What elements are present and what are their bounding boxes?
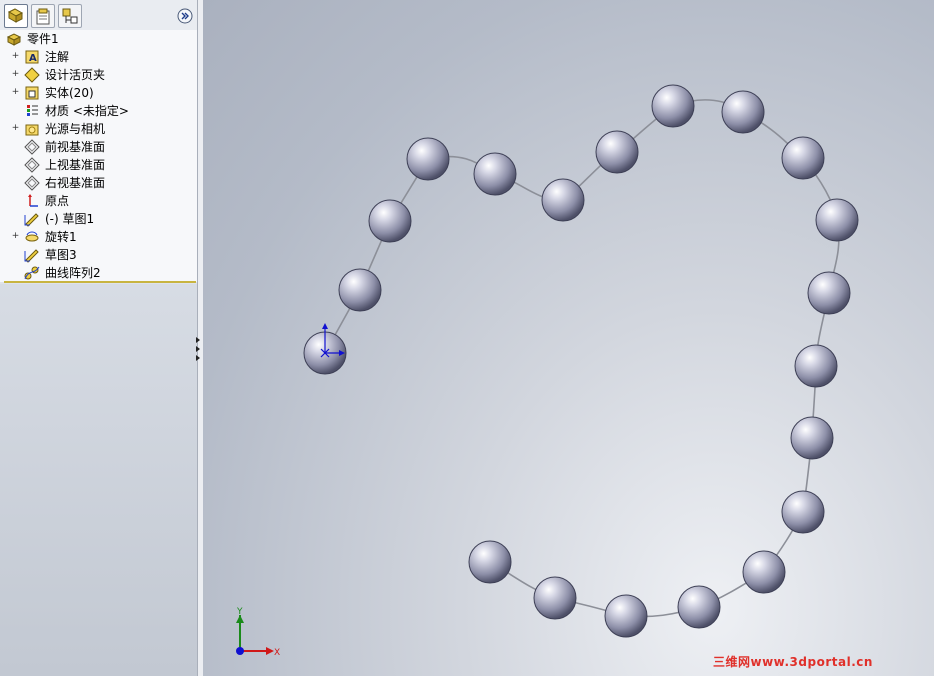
expand-plus-icon[interactable]: + [11,232,20,241]
model-view[interactable]: Y X [203,0,934,676]
annotation-icon: A [25,50,39,64]
panel-tabs [0,0,199,31]
tree-item-label: 前视基准面 [45,140,106,154]
sphere-instance[interactable] [807,271,851,315]
revolve-icon [25,231,39,242]
sphere-instance[interactable] [541,178,585,222]
tree-item-9[interactable]: 原点 [0,192,196,210]
sketch-icon [24,213,39,227]
triad-y-label: Y [236,607,243,617]
tree-item-label: 光源与相机 [45,122,106,136]
sphere-instance[interactable] [651,84,695,128]
sphere-instance[interactable] [781,490,825,534]
featuremanager-tab[interactable] [4,4,28,28]
propertymanager-tab[interactable] [31,4,55,28]
sphere-instance[interactable] [815,198,859,242]
sphere-instance[interactable] [781,136,825,180]
sphere-instance[interactable] [338,268,382,312]
tree-item-1[interactable]: + A 注解 [0,48,196,66]
svg-text:A: A [29,53,37,64]
graphics-area[interactable]: Y X [203,0,934,676]
reference-triad: Y X [236,607,280,658]
tree-item-label: 上视基准面 [45,158,106,172]
configurationmanager-tab[interactable] [58,4,82,28]
tree-item-label: 旋转1 [45,230,77,244]
sphere-instance[interactable] [721,90,765,134]
panel-empty-area [0,284,199,676]
tree-item-5[interactable]: + 光源与相机 [0,120,196,138]
tree-item-label: 曲线阵列2 [45,266,101,280]
expand-plus-icon[interactable]: + [11,70,20,79]
tree-item-label: 材质 <未指定> [45,104,129,118]
expand-plus-icon[interactable]: + [11,88,20,97]
sketch-curve[interactable] [324,99,840,618]
triad-x-label: X [274,648,280,658]
tree-item-3[interactable]: + 实体(20) [0,84,196,102]
tree-item-10[interactable]: (-) 草图1 [0,210,196,228]
sphere-instance[interactable] [790,416,834,460]
plane-icon [24,157,40,173]
lights-cameras-icon [25,124,39,136]
tree-item-4[interactable]: 材质 <未指定> [0,102,196,120]
tree-item-label: 设计活页夹 [45,68,106,82]
sphere-instance[interactable] [794,344,838,388]
sphere-instance[interactable] [595,130,639,174]
sphere-instance[interactable] [368,199,412,243]
tree-item-label: 右视基准面 [45,176,106,190]
sketch-icon [24,249,39,263]
tree-item-label: 零件1 [27,32,59,46]
plane-icon [24,175,40,191]
sphere-pattern [303,84,859,638]
configurationmanager-icon [62,8,78,24]
tree-item-8[interactable]: 右视基准面 [0,174,196,192]
feature-tree: 零件1 + A 注解 + 设计活页夹 + 实体(20) 材质 <未指定> + 光源与相机前视基准面上… [0,30,197,282]
expand-plus-icon[interactable]: + [11,124,20,133]
sphere-instance[interactable] [742,550,786,594]
propertymanager-icon [36,8,50,25]
watermark-text: 三维网www.3dportal.cn [713,655,873,669]
curve-pattern-icon [24,266,40,280]
design-binder-icon [24,67,40,83]
tree-item-11[interactable]: + 旋转1 [0,228,196,246]
splitter-grip-icon[interactable] [195,334,201,364]
sphere-instance[interactable] [604,594,648,638]
tree-item-label: 原点 [45,194,70,208]
tree-item-2[interactable]: + 设计活页夹 [0,66,196,84]
expand-plus-icon[interactable]: + [11,52,20,61]
feature-manager-panel: 零件1 + A 注解 + 设计活页夹 + 实体(20) 材质 <未指定> + 光源与相机前视基准面上… [0,0,199,676]
origin-icon [28,194,38,207]
rollback-bar[interactable] [4,281,196,283]
solid-bodies-icon [25,86,39,100]
tree-item-13[interactable]: 曲线阵列2 [0,264,196,282]
tree-item-6[interactable]: 前视基准面 [0,138,196,156]
tree-item-7[interactable]: 上视基准面 [0,156,196,174]
tree-item-12[interactable]: 草图3 [0,246,196,264]
sphere-instance[interactable] [406,137,450,181]
sphere-instance[interactable] [473,152,517,196]
featuremanager-icon [7,8,24,23]
part-icon [6,33,22,46]
sphere-instance[interactable] [468,540,512,584]
tree-item-label: 草图3 [45,248,77,262]
tree-item-label: 注解 [45,50,70,64]
tree-item-label: (-) 草图1 [45,212,95,226]
sphere-instance[interactable] [677,585,721,629]
double-chevron-right-icon[interactable] [177,8,193,24]
tree-item-label: 实体(20) [45,86,94,100]
tree-item-0[interactable]: 零件1 [0,30,196,48]
material-icon [27,105,38,116]
plane-icon [24,139,40,155]
sphere-instance[interactable] [533,576,577,620]
